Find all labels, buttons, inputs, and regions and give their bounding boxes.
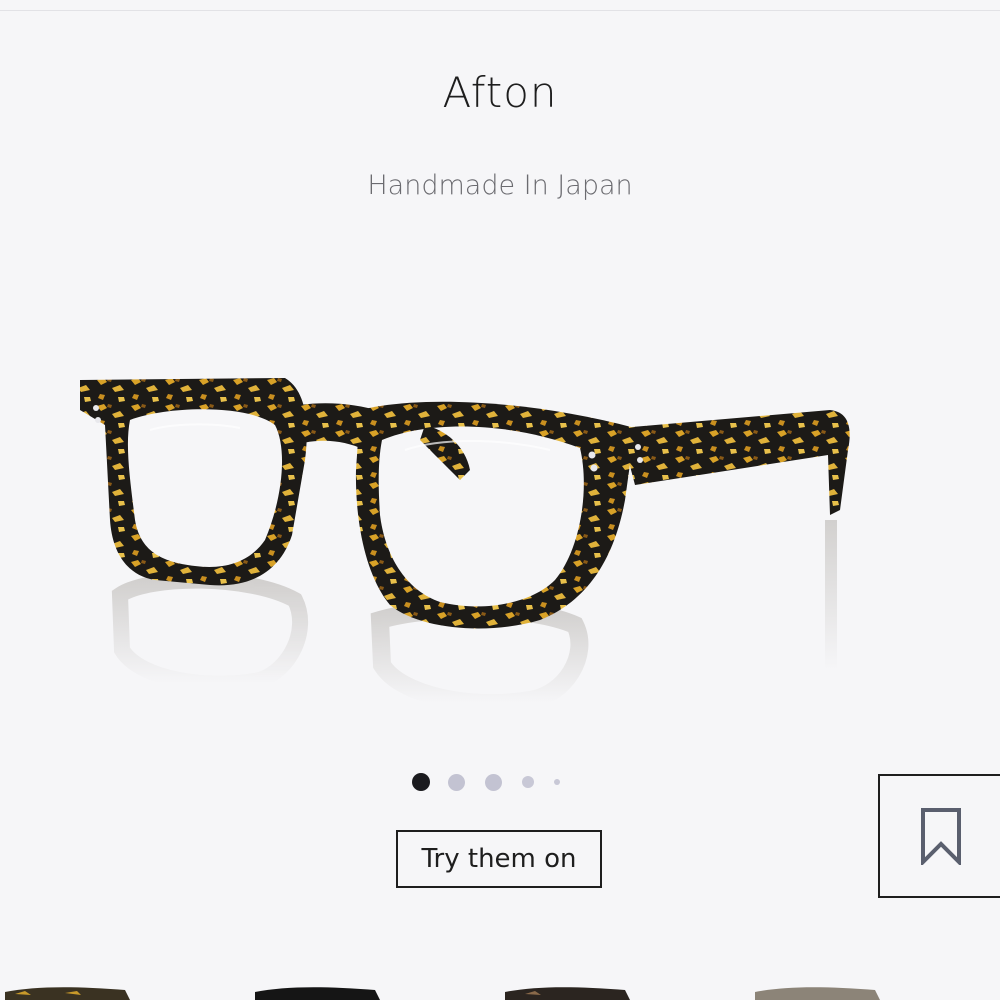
- product-image-eyeglasses[interactable]: [60, 350, 880, 750]
- carousel-dot[interactable]: [522, 776, 534, 788]
- carousel-dot[interactable]: [485, 773, 502, 791]
- variant-thumbnail[interactable]: [5, 984, 135, 1000]
- try-them-on-button[interactable]: Try them on: [396, 830, 602, 888]
- product-title: Afton: [442, 68, 558, 117]
- carousel-indicators: [412, 772, 560, 792]
- variant-thumbnail-strip: [0, 984, 1000, 1000]
- carousel-dot-active[interactable]: [412, 773, 430, 791]
- variant-thumbnail[interactable]: [755, 984, 885, 1000]
- bookmark-icon: [921, 808, 961, 865]
- variant-thumbnail[interactable]: [255, 984, 385, 1000]
- variant-thumbnail[interactable]: [505, 984, 635, 1000]
- carousel-dot[interactable]: [554, 779, 560, 785]
- top-divider: [0, 10, 1000, 11]
- product-tagline: Handmade In Japan: [367, 170, 633, 201]
- carousel-dot[interactable]: [448, 773, 465, 791]
- bookmark-button[interactable]: [878, 774, 1000, 898]
